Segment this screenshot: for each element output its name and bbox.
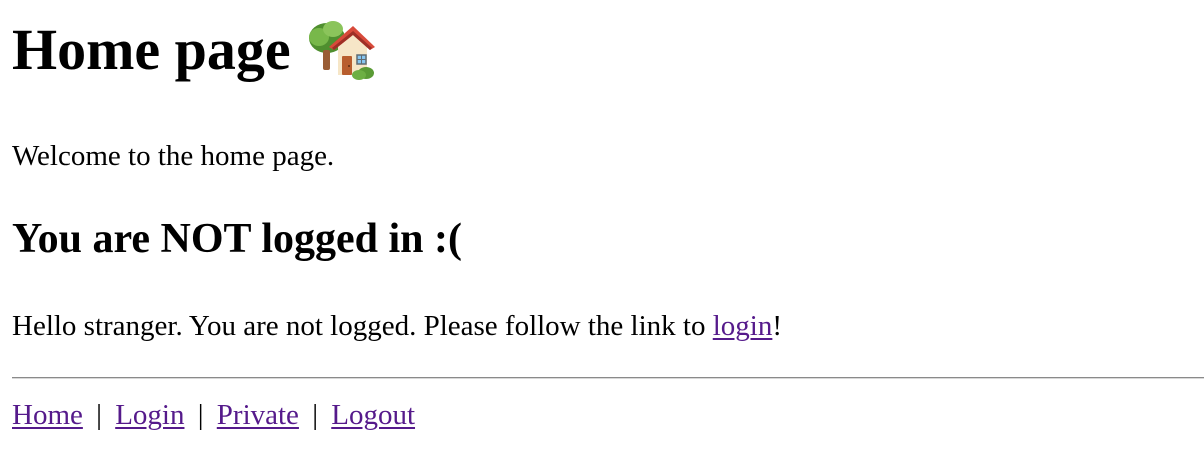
page-header: Home page — [12, 18, 375, 82]
login-prompt-suffix: ! — [772, 310, 783, 342]
nav-link-login[interactable]: Login — [115, 399, 184, 431]
welcome-text: Welcome to the home page. — [12, 140, 335, 172]
login-link[interactable]: login — [713, 310, 773, 342]
nav-separator: | — [96, 399, 102, 431]
nav-link-logout[interactable]: Logout — [331, 399, 415, 431]
login-prompt-prefix: Hello stranger. You are not logged. Plea… — [12, 310, 713, 342]
home-page: Home page Welcome to the home page. You … — [0, 0, 1204, 467]
page-title: Home page — [12, 17, 291, 82]
nav-separator: | — [312, 399, 318, 431]
login-status-heading: You are NOT logged in :( — [12, 216, 462, 262]
nav-separator: | — [197, 399, 204, 431]
nav-link-private[interactable]: Private — [217, 399, 299, 431]
house-with-garden-icon — [308, 21, 375, 80]
footer-navigation: Home | Login | Private | Logout — [12, 399, 415, 432]
nav-link-home[interactable]: Home — [12, 399, 83, 431]
login-prompt-message: Hello stranger. You are not logged. Plea… — [12, 310, 783, 343]
horizontal-divider — [12, 377, 1204, 379]
